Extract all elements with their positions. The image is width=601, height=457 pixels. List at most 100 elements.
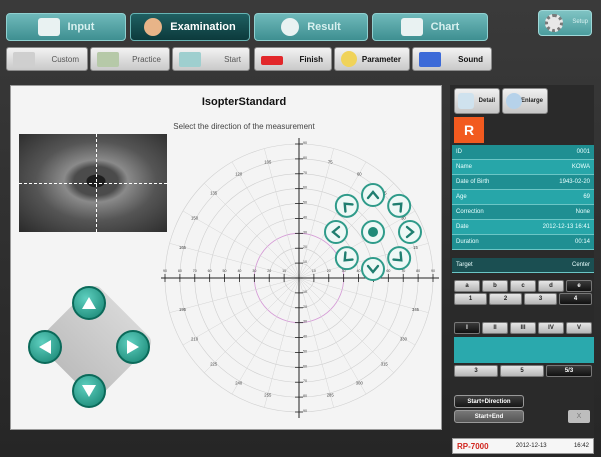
intensity-4-button[interactable]: 4 (559, 293, 592, 305)
direction-up-button[interactable] (361, 183, 385, 207)
angle-label: 240 (235, 380, 243, 385)
start-direction-button[interactable]: Start+Direction (454, 395, 524, 408)
info-row: Correction None (452, 205, 594, 220)
arrow-up-icon (82, 297, 96, 309)
radial-tick-label: 60 (386, 269, 390, 273)
enlarge-button[interactable]: Enlarge (502, 88, 548, 114)
target-row[interactable]: Target Center (452, 258, 594, 273)
tab-result[interactable]: Result (254, 13, 368, 41)
direction-down-right-button[interactable] (387, 246, 412, 271)
intensity-2-button[interactable]: 2 (489, 293, 522, 305)
intensity-3-button[interactable]: 3 (524, 293, 557, 305)
tab-input-label: Input (67, 21, 95, 33)
angle-label: 315 (381, 361, 389, 366)
direction-right-button[interactable] (398, 220, 422, 244)
size-c-button[interactable]: c (510, 280, 536, 292)
detail-label: Detail (478, 98, 495, 104)
size-I-button[interactable]: I (454, 322, 480, 334)
gear-icon (545, 14, 563, 32)
angle-label: 225 (210, 361, 218, 366)
grid-spoke (264, 148, 300, 279)
info-row: Age 69 (452, 190, 594, 205)
size-a-button[interactable]: a (454, 280, 480, 292)
info-key: Duration (456, 239, 479, 245)
radial-tick-label: 20 (303, 245, 307, 249)
direction-left-button[interactable] (324, 220, 348, 244)
right-panel: Detail Enlarge R ID 0001 Name KOWA Date of… (450, 85, 594, 453)
move-left-button[interactable] (28, 330, 62, 364)
move-right-button[interactable] (116, 330, 150, 364)
examination-panel: IsopterStandard Select the direction of … (10, 85, 442, 430)
intensity-1-button[interactable]: 1 (454, 293, 487, 305)
speed-5-button[interactable]: 5 (500, 365, 544, 377)
magnifier-icon (506, 93, 522, 109)
size-IV-button[interactable]: IV (538, 322, 564, 334)
setup-button[interactable]: Setup (538, 10, 592, 36)
direction-center-button[interactable] (361, 220, 385, 244)
tab-examination[interactable]: Examination (130, 13, 250, 41)
patient-info: ID 0001 Name KOWA Date of Birth 1943-02-20 … (452, 145, 594, 273)
face-icon (144, 18, 163, 36)
stop-icon (261, 56, 283, 65)
tab-chart-label: Chart (430, 21, 460, 33)
grid-spoke (204, 183, 300, 279)
radial-tick-label: 80 (303, 394, 307, 398)
tab-chart[interactable]: Chart (372, 13, 488, 41)
angle-label: 15 (413, 245, 418, 250)
finish-button[interactable]: Finish (254, 47, 332, 71)
angle-label: 330 (400, 336, 408, 341)
size-e-button[interactable]: e (566, 280, 592, 292)
size-V-button[interactable]: V (566, 322, 592, 334)
radial-tick-label: 70 (193, 269, 197, 273)
direction-button-ring (387, 193, 412, 218)
clear-button[interactable]: X (568, 410, 590, 423)
size-d-button[interactable]: d (538, 280, 564, 292)
direction-down-button[interactable] (361, 257, 385, 281)
radial-tick-label: 20 (267, 269, 271, 273)
start-end-button[interactable]: Start+End (454, 410, 524, 423)
grid-spoke (298, 277, 334, 408)
detail-button[interactable]: Detail (454, 88, 500, 114)
radial-tick-label: 90 (431, 269, 435, 273)
speed-5-3-button[interactable]: 5/3 (546, 365, 592, 377)
direction-down-left-button[interactable] (334, 246, 359, 271)
speed-3-button[interactable]: 3 (454, 365, 498, 377)
sound-button[interactable]: Sound (412, 47, 492, 71)
info-row: Date of Birth 1943-02-20 (452, 175, 594, 190)
start-button[interactable]: Start (172, 47, 250, 71)
angle-label: 60 (357, 172, 362, 177)
move-up-button[interactable] (72, 286, 106, 320)
tab-input[interactable]: Input (6, 13, 126, 41)
info-key: Correction (456, 209, 484, 215)
radial-tick-label: 20 (303, 305, 307, 309)
target-value: Center (571, 262, 590, 268)
size-II-button[interactable]: II (482, 322, 508, 334)
footer-time: 16:42 (573, 443, 589, 449)
center-dot-icon (368, 227, 378, 237)
info-value: KOWA (571, 164, 590, 170)
custom-button[interactable]: Custom (6, 47, 88, 71)
music-note-icon (419, 52, 441, 67)
direction-button-ring (324, 220, 348, 244)
direction-button-ring (334, 193, 359, 218)
selection-display (454, 337, 594, 363)
grid-spoke (264, 277, 300, 408)
radial-tick-label: 60 (303, 364, 307, 368)
clock-icon (341, 51, 357, 67)
practice-button[interactable]: Practice (90, 47, 170, 71)
size-b-button[interactable]: b (482, 280, 508, 292)
info-value: 2012-12-13 16:41 (542, 224, 590, 230)
start-label: Start (224, 54, 241, 64)
direction-up-left-button[interactable] (334, 193, 359, 218)
info-key: ID (456, 149, 462, 155)
footer-date: 2012-12-13 (515, 443, 547, 449)
move-down-button[interactable] (72, 374, 106, 408)
radial-tick-label: 30 (252, 269, 256, 273)
axis-ticks (161, 138, 439, 418)
size-III-button[interactable]: III (510, 322, 536, 334)
status-footer: RP-7000 2012-12-13 16:42 (452, 438, 594, 454)
parameter-button[interactable]: Parameter (334, 47, 410, 71)
main-tabs: Input Examination Result Chart (6, 6, 596, 42)
direction-up-right-button[interactable] (387, 193, 412, 218)
radial-tick-label: 50 (223, 269, 227, 273)
